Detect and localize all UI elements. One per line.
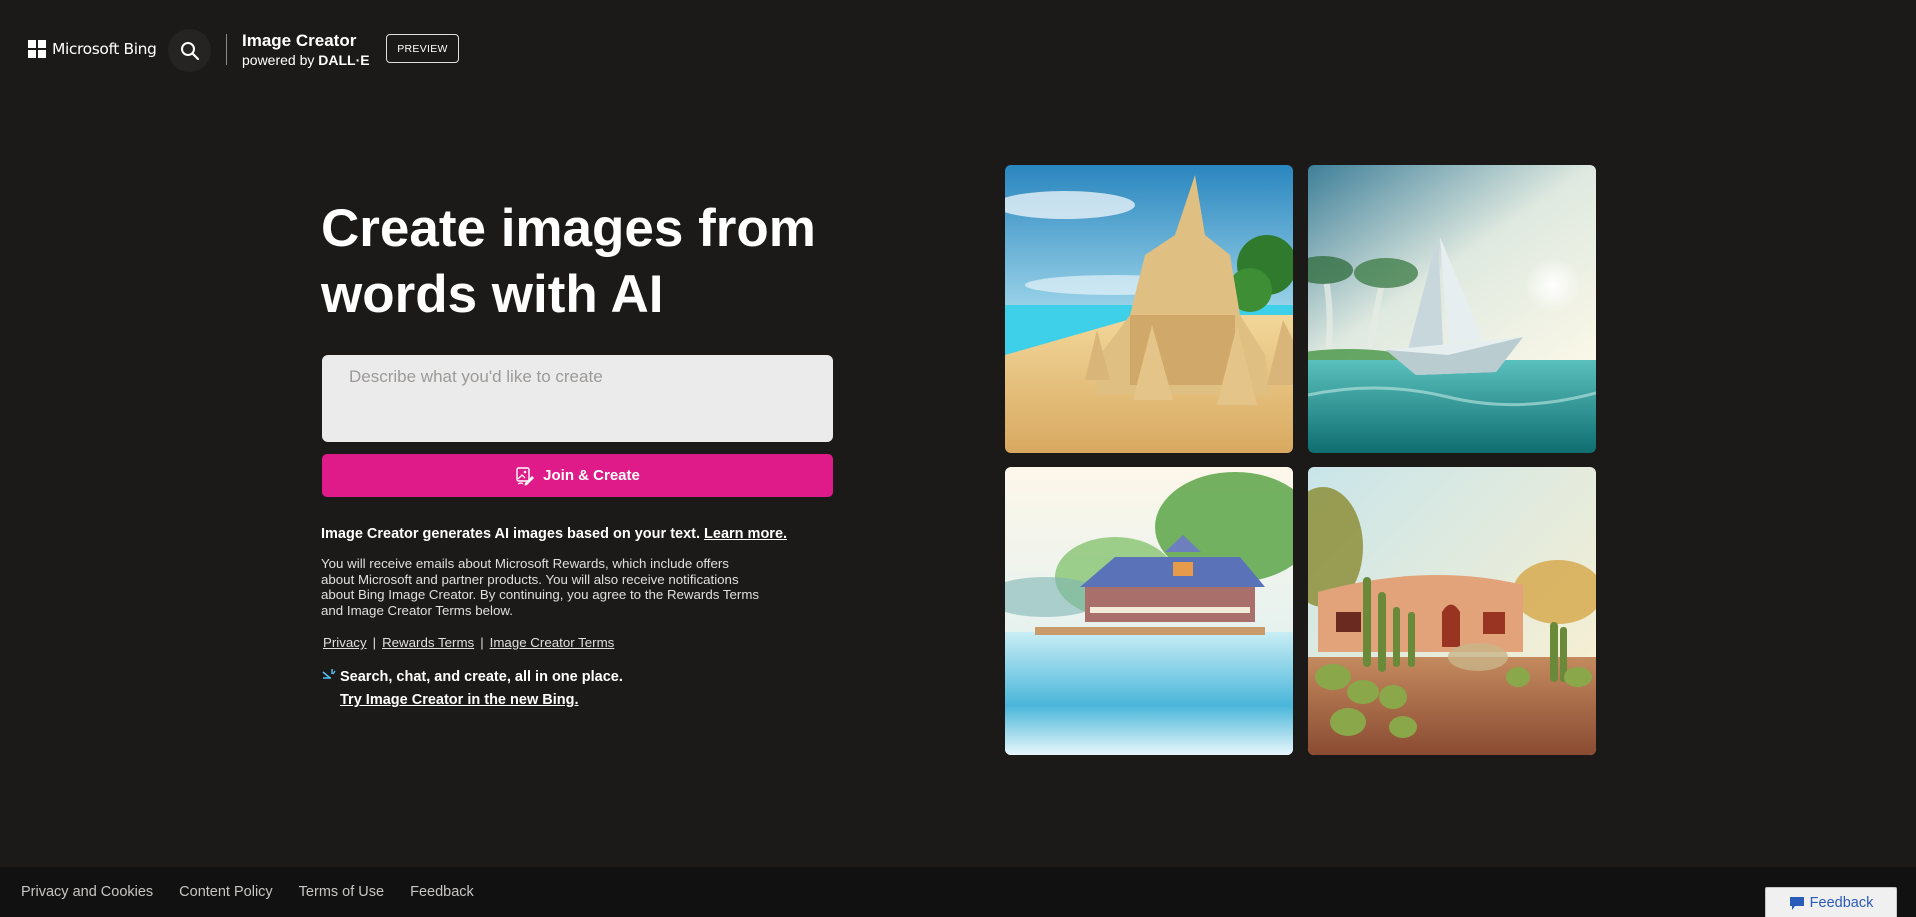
brand-title: Image Creator — [242, 31, 357, 50]
feedback-link[interactable]: Feedback — [410, 884, 474, 900]
gallery-image-lake-house[interactable] — [1005, 467, 1293, 755]
footer-links: Privacy and Cookies Content Policy Terms… — [21, 884, 474, 900]
windows-logo-icon — [28, 40, 46, 58]
feedback-button[interactable]: Feedback — [1765, 887, 1897, 917]
join-and-create-button[interactable]: Join & Create — [322, 454, 833, 497]
paper-boat-image — [1308, 165, 1596, 453]
powered-by-text: powered by — [242, 52, 315, 68]
learn-more-link[interactable]: Learn more. — [704, 526, 787, 542]
microsoft-bing-logo[interactable]: Microsoft Bing — [28, 40, 157, 58]
promo-text: Search, chat, and create, all in one pla… — [340, 669, 623, 685]
feedback-button-label: Feedback — [1809, 894, 1874, 911]
brand-subtitle: powered by DALL·E — [242, 51, 370, 69]
try-new-bing-link[interactable]: Try Image Creator in the new Bing. — [340, 692, 579, 708]
title-line-1: Create images from — [321, 199, 816, 258]
rewards-terms-link[interactable]: Rewards Terms — [382, 635, 474, 650]
info-statement: Image Creator generates AI images based … — [321, 526, 787, 542]
prompt-input[interactable] — [322, 355, 833, 442]
image-edit-icon — [516, 466, 535, 485]
gallery-image-desert-house[interactable] — [1308, 467, 1596, 755]
privacy-and-cookies-link[interactable]: Privacy and Cookies — [21, 884, 153, 900]
rewards-disclaimer: You will receive emails about Microsoft … — [321, 556, 760, 618]
join-button-label: Join & Create — [543, 467, 640, 484]
preview-badge: PREVIEW — [386, 34, 459, 63]
sandcastle-image — [1005, 165, 1293, 453]
image-creator-terms-link[interactable]: Image Creator Terms — [490, 635, 615, 650]
gallery-image-paper-boat[interactable] — [1308, 165, 1596, 453]
info-text: Image Creator generates AI images based … — [321, 526, 701, 542]
legal-links: Privacy | Rewards Terms | Image Creator … — [323, 635, 614, 650]
sparkle-icon — [322, 669, 336, 679]
desert-house-image — [1308, 467, 1596, 755]
separator: | — [480, 635, 484, 650]
page-title: Create images from words with AI — [321, 196, 881, 328]
privacy-link[interactable]: Privacy — [323, 635, 367, 650]
title-line-2: words with AI — [321, 265, 664, 324]
header: Microsoft Bing Image Creator powered by … — [0, 0, 1916, 100]
brand[interactable]: Image Creator powered by DALL·E — [242, 31, 370, 69]
dalle-text: DALL·E — [318, 52, 370, 68]
search-button[interactable] — [168, 29, 211, 72]
chat-bubble-icon — [1789, 896, 1804, 910]
lake-house-image — [1005, 467, 1293, 755]
footer: Privacy and Cookies Content Policy Terms… — [0, 867, 1916, 917]
separator: | — [372, 635, 377, 650]
header-divider — [226, 34, 227, 65]
logo-text: Microsoft Bing — [52, 40, 157, 58]
gallery-image-sandcastle[interactable] — [1005, 165, 1293, 453]
terms-of-use-link[interactable]: Terms of Use — [299, 884, 384, 900]
content-policy-link[interactable]: Content Policy — [179, 884, 273, 900]
search-icon — [180, 41, 199, 60]
